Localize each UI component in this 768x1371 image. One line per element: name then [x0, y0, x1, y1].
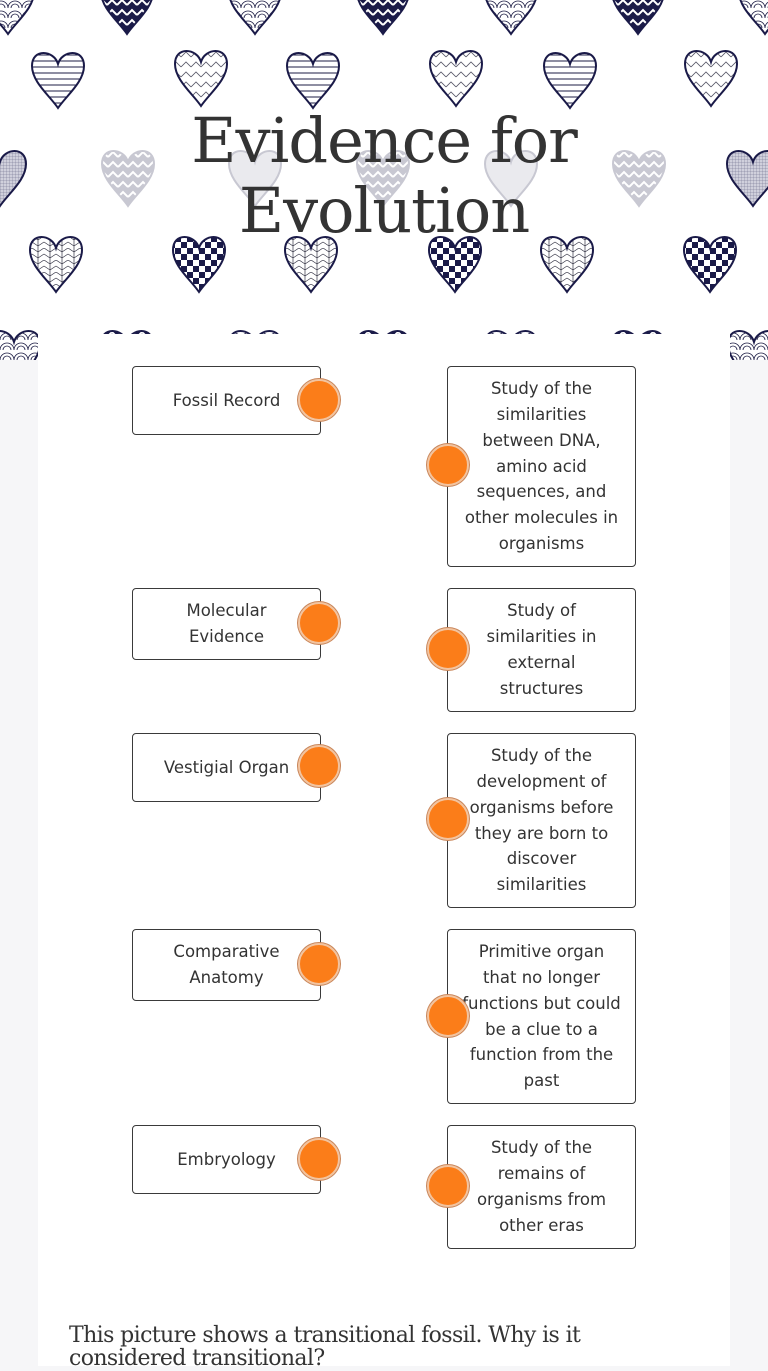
definition-connector-dot[interactable]: [427, 995, 469, 1037]
title-line-2: Evolution: [238, 174, 530, 247]
match-definition-remains[interactable]: Study of the remains of organisms from o…: [447, 1125, 636, 1249]
match-term-embryology[interactable]: Embryology: [132, 1125, 321, 1194]
match-term-fossil-record[interactable]: Fossil Record: [132, 366, 321, 435]
term-connector-dot[interactable]: [298, 379, 340, 421]
term-label: Vestigial Organ: [163, 757, 290, 777]
definition-label: Primitive organ that no longer functions…: [462, 942, 621, 1091]
definition-label: Study of similarities in external struct…: [486, 601, 597, 698]
definition-label: Study of the remains of organisms from o…: [476, 1138, 607, 1235]
definition-connector-dot[interactable]: [427, 628, 469, 670]
definition-label: Study of the development of organisms be…: [469, 746, 614, 895]
question-prompt: This picture shows a transitional fossil…: [69, 1323, 581, 1371]
term-label: Embryology: [177, 1149, 276, 1169]
definition-connector-dot[interactable]: [427, 444, 469, 486]
definition-label: Study of the similarities between DNA, a…: [464, 379, 619, 553]
header-banner: Evidence for Evolution: [0, 0, 768, 360]
term-connector-dot[interactable]: [298, 943, 340, 985]
match-definition-molecules[interactable]: Study of the similarities between DNA, a…: [447, 366, 636, 567]
term-connector-dot[interactable]: [298, 1138, 340, 1180]
match-definition-development[interactable]: Study of the development of organisms be…: [447, 733, 636, 908]
term-connector-dot[interactable]: [298, 745, 340, 787]
term-label: Fossil Record: [172, 390, 281, 410]
match-definition-primitive-organ[interactable]: Primitive organ that no longer functions…: [447, 929, 636, 1104]
definition-connector-dot[interactable]: [427, 798, 469, 840]
match-term-molecular-evidence[interactable]: Molecular Evidence: [132, 588, 321, 660]
match-definition-external-structures[interactable]: Study of similarities in external struct…: [447, 588, 636, 712]
title-line-1: Evidence for: [191, 104, 577, 177]
term-connector-dot[interactable]: [298, 602, 340, 644]
match-term-vestigial-organ[interactable]: Vestigial Organ: [132, 733, 321, 802]
match-term-comparative-anatomy[interactable]: Comparative Anatomy: [132, 929, 321, 1001]
page-title: Evidence for Evolution: [0, 106, 768, 246]
definition-connector-dot[interactable]: [427, 1165, 469, 1207]
term-label: Molecular Evidence: [186, 601, 267, 646]
term-label: Comparative Anatomy: [173, 942, 280, 987]
